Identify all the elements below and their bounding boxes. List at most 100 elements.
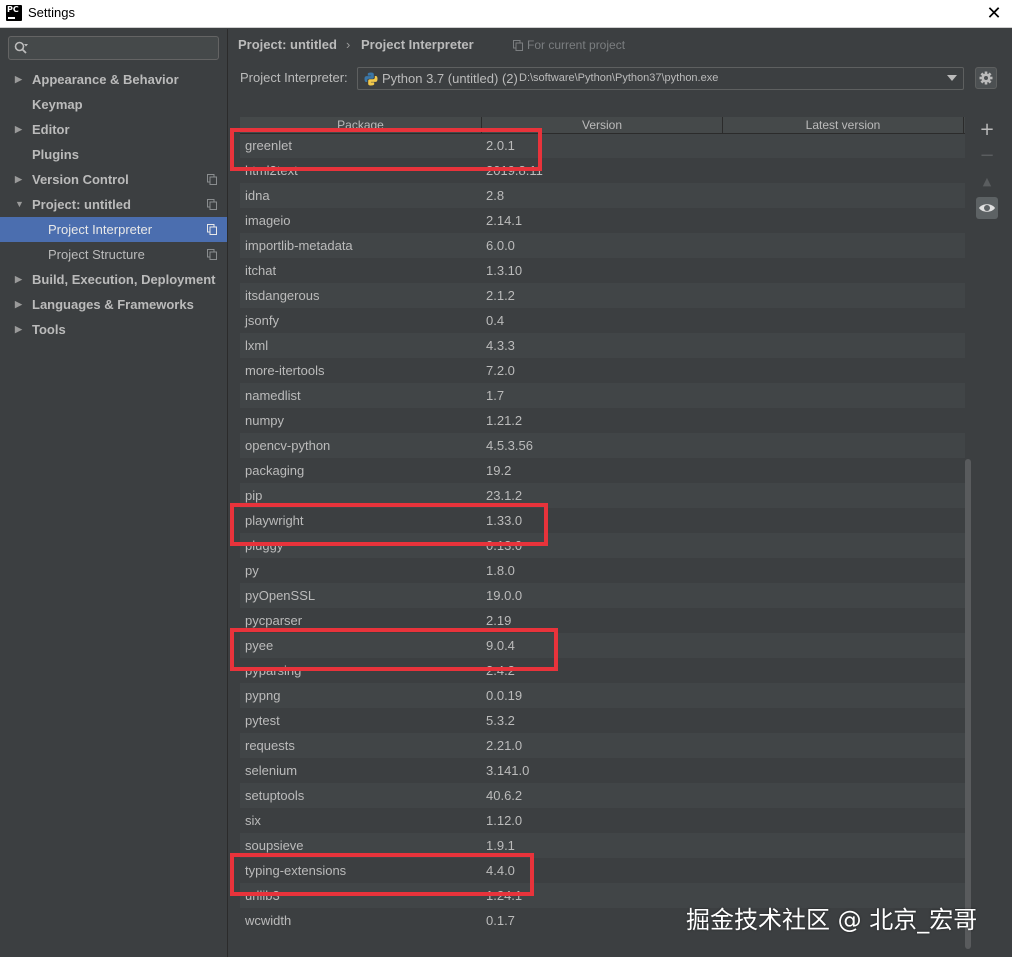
table-row[interactable]: soupsieve 1.9.1 <box>240 833 965 858</box>
package-name-cell: lxml <box>245 338 269 353</box>
package-name-cell: pytest <box>245 713 280 728</box>
scope-hint-text: For current project <box>527 38 626 52</box>
breadcrumb-page: Project Interpreter <box>361 37 474 52</box>
sidebar-item-editor[interactable]: ▶ Editor <box>0 117 227 142</box>
package-version-cell: 4.5.3.56 <box>486 438 533 453</box>
table-row[interactable]: imageio 2.14.1 <box>240 208 965 233</box>
remove-package-button[interactable]: − <box>976 145 998 167</box>
package-version-cell: 19.0.0 <box>486 588 523 603</box>
table-row[interactable]: pyOpenSSL 19.0.0 <box>240 583 965 608</box>
table-row[interactable]: numpy 1.21.2 <box>240 408 965 433</box>
table-row[interactable]: playwright 1.33.0 <box>240 508 965 533</box>
table-row[interactable]: importlib-metadata 6.0.0 <box>240 233 965 258</box>
table-row[interactable]: setuptools 40.6.2 <box>240 783 965 808</box>
package-version-cell: 0.1.7 <box>486 913 515 928</box>
project-scope-icon <box>207 174 217 185</box>
column-version[interactable]: Version <box>482 117 723 134</box>
table-row[interactable]: itsdangerous 2.1.2 <box>240 283 965 308</box>
column-package[interactable]: Package <box>240 117 482 134</box>
package-name-cell: greenlet <box>245 138 292 153</box>
package-version-cell: 2019.8.11 <box>486 163 543 178</box>
sidebar-item-label: Editor <box>32 122 70 137</box>
table-scrollbar[interactable] <box>964 134 971 957</box>
table-row[interactable]: more-itertools 7.2.0 <box>240 358 965 383</box>
chevron-right-icon[interactable]: ▶ <box>15 317 22 342</box>
table-row[interactable]: pyparsing 2.4.2 <box>240 658 965 683</box>
chevron-right-icon[interactable]: ▶ <box>15 67 22 92</box>
scrollbar-thumb[interactable] <box>965 459 971 949</box>
package-table: enum341.1.6greenlet2.0.1html2text2019.8.… <box>240 117 965 957</box>
python-icon <box>364 72 378 86</box>
sidebar-item-label: Project: untitled <box>32 197 131 212</box>
sidebar-item-project-structure[interactable]: Project Structure <box>0 242 227 267</box>
upgrade-package-button[interactable]: ▲ <box>976 171 998 193</box>
table-row[interactable]: py 1.8.0 <box>240 558 965 583</box>
table-row[interactable]: jsonfy 0.4 <box>240 308 965 333</box>
package-name-cell: imageio <box>245 213 291 228</box>
table-row[interactable]: pip 23.1.2 <box>240 483 965 508</box>
chevron-right-icon[interactable]: ▶ <box>15 117 22 142</box>
table-header: Package Version Latest version <box>240 117 965 134</box>
chevron-down-icon[interactable]: ▼ <box>15 192 24 217</box>
package-version-cell: 2.4.2 <box>486 663 515 678</box>
close-button[interactable]: ✕ <box>984 4 1004 24</box>
package-version-cell: 0.4 <box>486 313 505 328</box>
table-row[interactable]: namedlist 1.7 <box>240 383 965 408</box>
column-latest-version[interactable]: Latest version <box>723 117 964 134</box>
copy-icon <box>513 40 523 51</box>
package-toolbar: + − ▲ <box>975 117 999 227</box>
table-row[interactable]: idna 2.8 <box>240 183 965 208</box>
table-row[interactable]: itchat 1.3.10 <box>240 258 965 283</box>
sidebar-item-label: Tools <box>32 322 66 337</box>
table-row[interactable]: html2text 2019.8.11 <box>240 158 965 183</box>
package-name-cell: setuptools <box>245 788 305 803</box>
sidebar-item-languages-frameworks[interactable]: ▶ Languages & Frameworks <box>0 292 227 317</box>
table-row[interactable]: opencv-python 4.5.3.56 <box>240 433 965 458</box>
package-name-cell: pyOpenSSL <box>245 588 316 603</box>
sidebar-item-label: Languages & Frameworks <box>32 297 194 312</box>
sidebar-item-keymap[interactable]: Keymap <box>0 92 227 117</box>
title-bar: PC Settings ✕ <box>0 0 1012 28</box>
chevron-down-icon <box>947 75 957 81</box>
eye-icon <box>979 204 995 212</box>
sidebar-item-appearance-behavior[interactable]: ▶ Appearance & Behavior <box>0 67 227 92</box>
table-row[interactable]: packaging 19.2 <box>240 458 965 483</box>
table-row[interactable]: requests 2.21.0 <box>240 733 965 758</box>
interpreter-dropdown[interactable]: Python 3.7 (untitled) (2) D:\software\Py… <box>357 67 964 90</box>
table-row[interactable]: pypng 0.0.19 <box>240 683 965 708</box>
sidebar-item-project-interpreter[interactable]: Project Interpreter <box>0 217 227 242</box>
table-row[interactable]: pytest 5.3.2 <box>240 708 965 733</box>
sidebar-item-plugins[interactable]: Plugins <box>0 142 227 167</box>
table-row[interactable]: greenlet 2.0.1 <box>240 133 965 158</box>
show-early-releases-button[interactable] <box>976 197 998 219</box>
project-scope-icon <box>207 199 217 210</box>
table-row[interactable]: lxml 4.3.3 <box>240 333 965 358</box>
sidebar-item-version-control[interactable]: ▶ Version Control <box>0 167 227 192</box>
chevron-right-icon[interactable]: ▶ <box>15 292 22 317</box>
package-name-cell: py <box>245 563 259 578</box>
package-version-cell: 1.33.0 <box>486 513 523 528</box>
package-version-cell: 7.2.0 <box>486 363 515 378</box>
sidebar-item-project-untitled[interactable]: ▼ Project: untitled <box>0 192 227 217</box>
table-row[interactable]: pyee 9.0.4 <box>240 633 965 658</box>
add-package-button[interactable]: + <box>976 119 998 141</box>
table-row[interactable]: pluggy 0.13.0 <box>240 533 965 558</box>
package-version-cell: 6.0.0 <box>486 238 515 253</box>
settings-search-box[interactable] <box>8 36 219 60</box>
table-row[interactable]: typing-extensions 4.4.0 <box>240 858 965 883</box>
chevron-right-icon[interactable]: ▶ <box>15 267 22 292</box>
sidebar-item-label: Plugins <box>32 147 79 162</box>
chevron-right-icon[interactable]: ▶ <box>15 167 22 192</box>
package-version-cell: 2.21.0 <box>486 738 523 753</box>
settings-search-input[interactable] <box>35 39 215 57</box>
package-name-cell: urllib3 <box>245 888 280 903</box>
table-row[interactable]: selenium 3.141.0 <box>240 758 965 783</box>
sidebar-item-tools[interactable]: ▶ Tools <box>0 317 227 342</box>
interpreter-settings-button[interactable] <box>975 67 997 89</box>
package-version-cell: 4.3.3 <box>486 338 515 353</box>
sidebar-item-build-execution-deployment[interactable]: ▶ Build, Execution, Deployment <box>0 267 227 292</box>
settings-window: PC Settings ✕ ▶ Appearance & Behavior Keym… <box>0 0 1012 957</box>
package-name-cell: idna <box>245 188 270 203</box>
table-row[interactable]: six 1.12.0 <box>240 808 965 833</box>
table-row[interactable]: pycparser 2.19 <box>240 608 965 633</box>
